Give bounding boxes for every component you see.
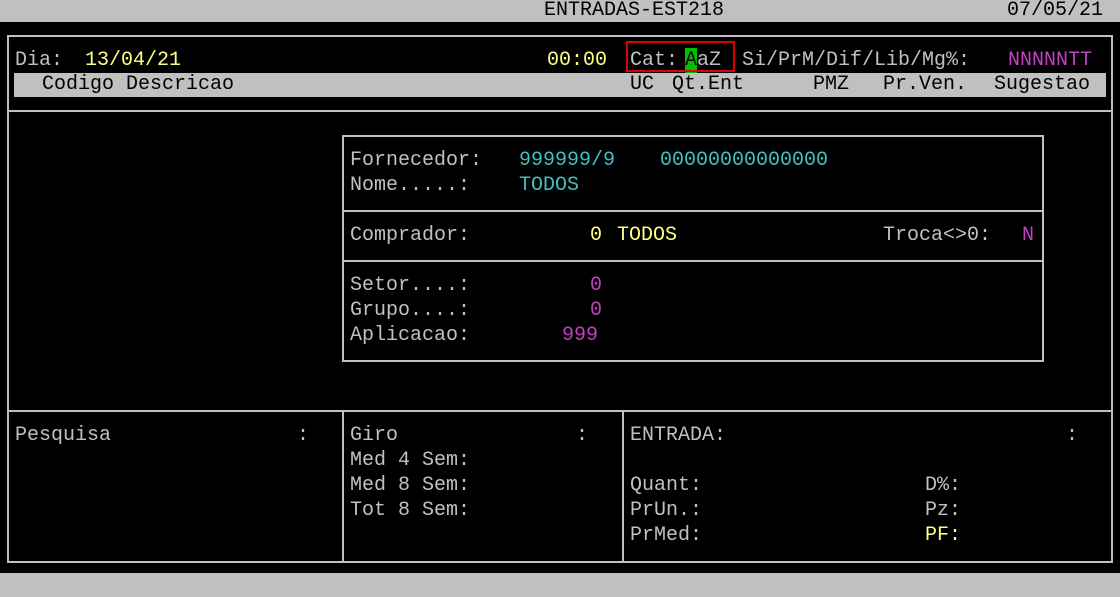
prmed-label: PrMed: bbox=[630, 524, 703, 547]
col-qt-ent: Qt.Ent bbox=[672, 73, 745, 96]
dia-label: Dia: bbox=[15, 49, 64, 72]
time-value: 00:00 bbox=[547, 49, 608, 72]
cat-field-highlight bbox=[626, 41, 735, 72]
comprador-label: Comprador: bbox=[350, 224, 471, 247]
entrada-label: ENTRADA: bbox=[630, 424, 727, 447]
giro-colon: : bbox=[576, 424, 589, 447]
nome-field[interactable]: TODOS bbox=[519, 173, 579, 198]
column-header: Codigo Descricao UC Qt.Ent PMZ Pr.Ven. S… bbox=[14, 73, 1106, 97]
filter-divider-1 bbox=[342, 210, 1044, 212]
pf-label: PF: bbox=[925, 524, 962, 547]
tot8-label: Tot 8 Sem: bbox=[350, 499, 471, 522]
fornecedor-label: Fornecedor: bbox=[350, 149, 483, 172]
pesquisa-colon: : bbox=[297, 424, 310, 447]
col-pr-ven: Pr.Ven. bbox=[883, 73, 968, 96]
pesquisa-label: Pesquisa bbox=[15, 424, 112, 447]
pz-label: Pz: bbox=[925, 499, 962, 522]
screen-date: 07/05/21 bbox=[1007, 0, 1104, 22]
bottom-vline-2 bbox=[622, 410, 624, 563]
aplicacao-field[interactable]: 999 bbox=[562, 323, 598, 348]
entrada-colon: : bbox=[1066, 424, 1079, 447]
col-codigo-descricao: Codigo Descricao bbox=[42, 73, 235, 96]
col-sugestao: Sugestao bbox=[994, 73, 1091, 96]
fornecedor-cnpj-field[interactable]: 00000000000000 bbox=[660, 148, 828, 173]
filter-divider-2 bbox=[342, 260, 1044, 262]
status-bar bbox=[0, 573, 1120, 597]
med8-label: Med 8 Sem: bbox=[350, 474, 471, 497]
med4-label: Med 4 Sem: bbox=[350, 449, 471, 472]
giro-label: Giro bbox=[350, 424, 399, 447]
col-uc: UC bbox=[630, 73, 655, 96]
screen-title: ENTRADAS-EST218 bbox=[544, 0, 725, 22]
dpct-label: D%: bbox=[925, 474, 962, 497]
bottom-divider bbox=[7, 410, 1113, 412]
prun-label: PrUn.: bbox=[630, 499, 703, 522]
title-bar: ENTRADAS-EST218 07/05/21 bbox=[0, 0, 1120, 22]
flags-label: Si/PrM/Dif/Lib/Mg%: bbox=[742, 49, 971, 72]
setor-label: Setor....: bbox=[350, 274, 471, 297]
troca-field[interactable]: N bbox=[1022, 223, 1034, 248]
aplicacao-label: Aplicacao: bbox=[350, 324, 471, 347]
nome-label: Nome.....: bbox=[350, 174, 471, 197]
fornecedor-code-field[interactable]: 999999/9 bbox=[519, 148, 615, 173]
header-divider bbox=[7, 110, 1113, 112]
bottom-vline-1 bbox=[342, 410, 344, 563]
comprador-name: TODOS bbox=[617, 224, 678, 247]
setor-field[interactable]: 0 bbox=[590, 273, 602, 298]
quant-label: Quant: bbox=[630, 474, 703, 497]
col-pmz: PMZ bbox=[813, 73, 850, 96]
dia-value[interactable]: 13/04/21 bbox=[85, 48, 181, 73]
flags-value[interactable]: NNNNNTT bbox=[1008, 48, 1092, 73]
grupo-label: Grupo....: bbox=[350, 299, 471, 322]
comprador-code-field[interactable]: 0 bbox=[590, 223, 602, 248]
troca-label: Troca<>0: bbox=[883, 224, 992, 247]
grupo-field[interactable]: 0 bbox=[590, 298, 602, 323]
